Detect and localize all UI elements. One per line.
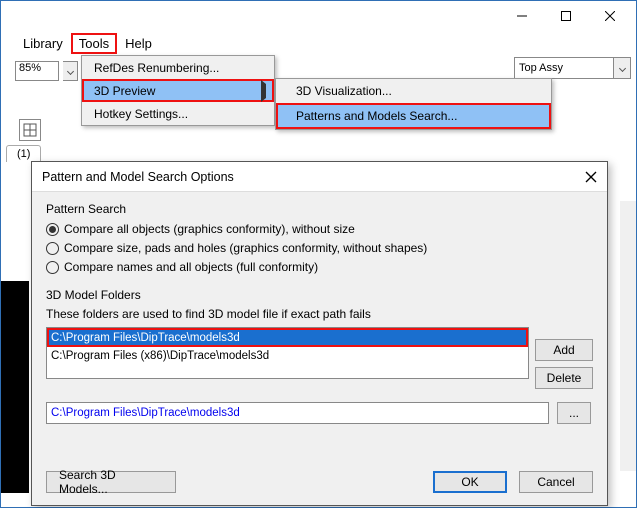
3d-preview-submenu: 3D Visualization... Patterns and Models … <box>275 78 552 130</box>
dialog-body: Pattern Search Compare all objects (grap… <box>32 192 607 389</box>
radio-label: Compare all objects (graphics conformity… <box>64 222 355 236</box>
radio-icon <box>46 223 59 236</box>
submenu-patterns-models-search[interactable]: Patterns and Models Search... <box>276 103 551 129</box>
pattern-model-search-dialog: Pattern and Model Search Options Pattern… <box>31 161 608 506</box>
grid-tool-icon[interactable] <box>19 119 41 141</box>
menu-library[interactable]: Library <box>15 33 71 54</box>
zoom-input[interactable]: 85% <box>15 61 59 81</box>
submenu-arrow-icon <box>261 84 266 98</box>
minimize-button[interactable] <box>500 2 544 30</box>
cancel-button[interactable]: Cancel <box>519 471 593 493</box>
radio-icon <box>46 242 59 255</box>
folders-desc: These folders are used to find 3D model … <box>46 307 593 321</box>
radio-compare-all[interactable]: Compare all objects (graphics conformity… <box>46 222 593 236</box>
menu-3d-preview[interactable]: 3D Preview <box>82 79 274 102</box>
folders-listbox[interactable]: C:\Program Files\DipTrace\models3d C:\Pr… <box>46 327 529 379</box>
layer-select[interactable]: Top Assy <box>514 57 614 79</box>
pattern-search-label: Pattern Search <box>46 202 593 216</box>
workspace-strip <box>1 281 29 493</box>
list-item[interactable]: C:\Program Files\DipTrace\models3d <box>47 328 528 347</box>
list-item[interactable]: C:\Program Files (x86)\DipTrace\models3d <box>47 347 528 364</box>
layer-dropdown-icon[interactable] <box>614 57 631 79</box>
menu-tools[interactable]: Tools <box>71 33 117 54</box>
close-button[interactable] <box>588 2 632 30</box>
dialog-close-button[interactable] <box>581 167 601 187</box>
zoom-dropdown-icon[interactable] <box>63 61 78 81</box>
menu-help[interactable]: Help <box>117 33 160 54</box>
dialog-title: Pattern and Model Search Options <box>42 170 234 184</box>
maximize-button[interactable] <box>544 2 588 30</box>
submenu-3d-visualization[interactable]: 3D Visualization... <box>276 79 551 103</box>
pattern-tab[interactable]: (1) <box>6 145 41 162</box>
path-input[interactable]: C:\Program Files\DipTrace\models3d <box>46 402 549 424</box>
radio-label: Compare names and all objects (full conf… <box>64 260 318 274</box>
right-scrollbar[interactable] <box>620 201 636 471</box>
radio-label: Compare size, pads and holes (graphics c… <box>64 241 427 255</box>
menu-hotkey-settings[interactable]: Hotkey Settings... <box>82 102 274 125</box>
folders-label: 3D Model Folders <box>46 288 593 302</box>
menu-refdes-renumbering[interactable]: RefDes Renumbering... <box>82 56 274 79</box>
menubar: Library Tools Help <box>1 31 636 55</box>
radio-compare-size[interactable]: Compare size, pads and holes (graphics c… <box>46 241 593 255</box>
radio-compare-names[interactable]: Compare names and all objects (full conf… <box>46 260 593 274</box>
browse-button[interactable]: ... <box>557 402 591 424</box>
menu-3d-preview-label: 3D Preview <box>94 84 155 98</box>
radio-icon <box>46 261 59 274</box>
window-titlebar <box>1 1 636 31</box>
add-button[interactable]: Add <box>535 339 593 361</box>
dialog-titlebar: Pattern and Model Search Options <box>32 162 607 192</box>
tools-dropdown: RefDes Renumbering... 3D Preview Hotkey … <box>81 55 275 126</box>
ok-button[interactable]: OK <box>433 471 507 493</box>
search-3d-models-button[interactable]: Search 3D Models... <box>46 471 176 493</box>
delete-button[interactable]: Delete <box>535 367 593 389</box>
